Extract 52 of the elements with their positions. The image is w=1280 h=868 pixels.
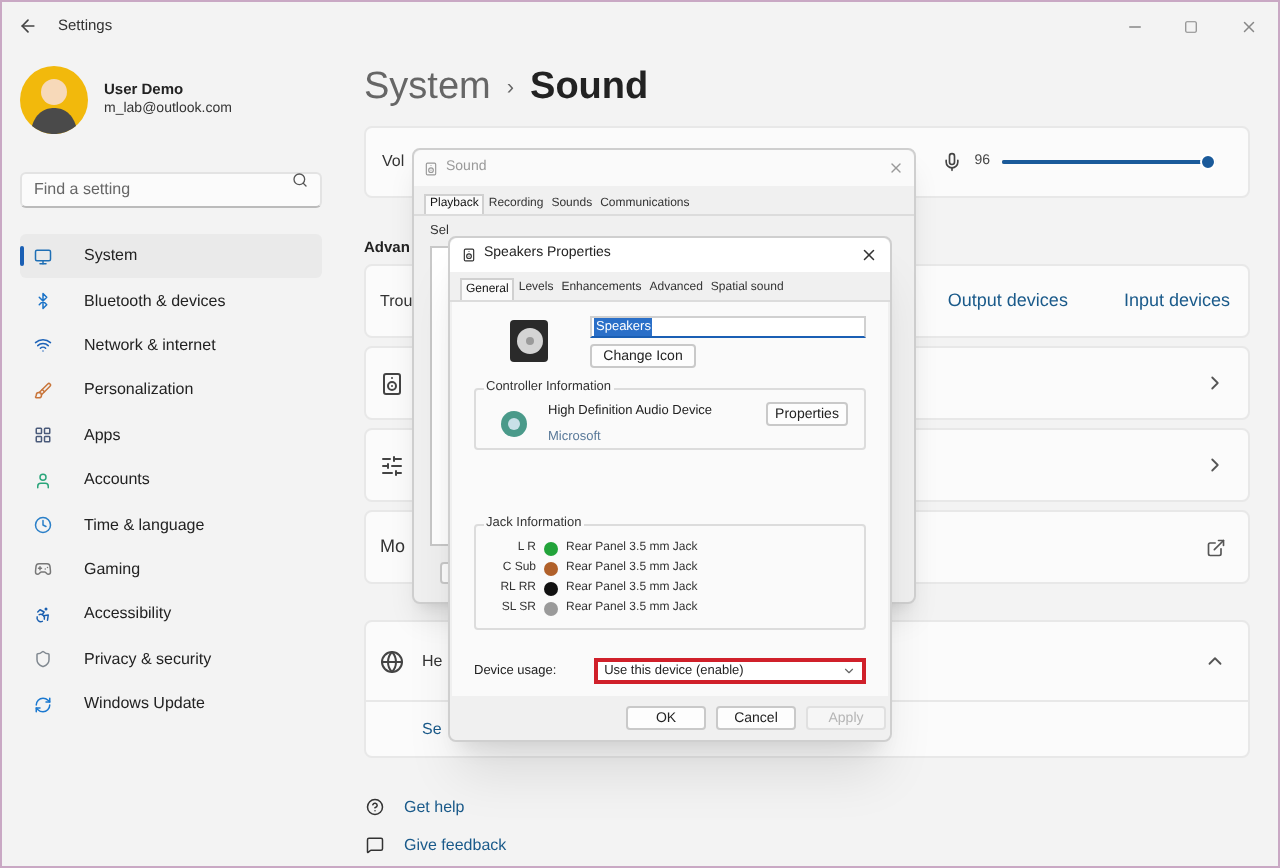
breadcrumb-separator: › (506, 73, 515, 104)
nav-item[interactable]: System (20, 234, 322, 279)
maximize-icon[interactable] (1184, 19, 1198, 33)
search-field[interactable]: Find a setting (20, 171, 322, 207)
nav-item[interactable]: Accounts (20, 457, 322, 503)
search-icon (292, 172, 308, 188)
nav-item[interactable]: Bluetooth & devices (20, 278, 322, 324)
grid-icon (34, 426, 52, 445)
sliders-icon (380, 453, 404, 478)
person-icon (34, 471, 52, 490)
nav-item[interactable]: Personalization (20, 368, 322, 414)
speaker-icon (380, 371, 404, 396)
card-label: Vol (382, 150, 405, 174)
close-icon[interactable] (860, 246, 878, 264)
speaker-icon (462, 248, 476, 262)
microphone-icon (942, 152, 963, 172)
help-icon (366, 798, 384, 817)
clock-icon (34, 516, 52, 535)
avatar-icon (20, 66, 88, 134)
help-link[interactable]: Se (422, 717, 442, 742)
footer-link[interactable]: Get help (404, 795, 465, 820)
nav-item[interactable]: Time & language (20, 502, 322, 548)
card-label: Mo (380, 534, 406, 560)
feedback-icon (366, 836, 384, 855)
shield-icon (34, 650, 52, 669)
device-link[interactable]: Output devices (947, 288, 1068, 315)
breadcrumb-parent[interactable]: System (364, 59, 491, 117)
selection-indicator (20, 246, 24, 267)
nav-item[interactable]: Apps (20, 413, 322, 458)
accessibility-icon (34, 605, 52, 624)
dropdown-caret-icon (842, 664, 856, 678)
page-title: Sound (530, 63, 649, 112)
nav-item[interactable]: Windows Update (20, 681, 322, 727)
gamepad-icon (34, 560, 52, 579)
nav-item[interactable]: Accessibility (20, 592, 322, 638)
external-link-icon (1206, 537, 1226, 558)
refresh-icon (34, 695, 52, 714)
bluetooth-icon (34, 292, 52, 311)
speaker-device-icon (506, 316, 554, 364)
brush-icon (34, 381, 52, 400)
card-label: Trou (380, 289, 413, 314)
device-link[interactable]: Input devices (1123, 288, 1230, 315)
nav-item[interactable]: Privacy & security (20, 637, 322, 682)
card-label: He (422, 649, 443, 674)
footer-link[interactable]: Give feedback (404, 833, 507, 858)
nav-item[interactable]: Network & internet (20, 323, 322, 369)
nav-item[interactable]: Gaming (20, 547, 322, 593)
slider-thumb[interactable] (1199, 154, 1216, 170)
monitor-icon (34, 247, 52, 266)
back-icon[interactable] (18, 16, 38, 36)
speaker-icon (424, 161, 438, 175)
wifi-icon (34, 336, 52, 355)
